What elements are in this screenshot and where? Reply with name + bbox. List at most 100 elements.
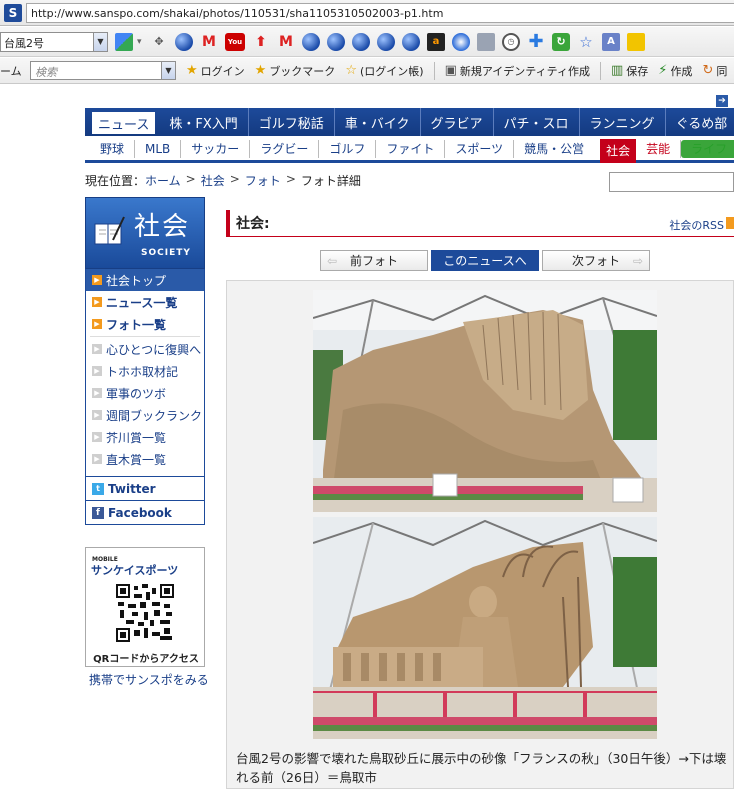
nav-sub-item-sports[interactable]: スポーツ — [445, 139, 515, 158]
compass-icon[interactable] — [452, 32, 470, 51]
calculator-icon[interactable] — [477, 32, 495, 51]
gmail-icon-2[interactable]: M — [277, 33, 295, 51]
toolbar-search-input[interactable]: 台風2号 ▼ — [0, 31, 108, 52]
save-label: 保存 — [626, 64, 649, 78]
sidebar-item-akutagawa[interactable]: ▶ 芥川賞一覧 — [86, 426, 204, 448]
sidebar-item-label: 社会トップ — [106, 273, 167, 288]
qr-access-label: QRコードからアクセス — [93, 654, 199, 665]
globe-icon-2[interactable] — [302, 32, 320, 51]
login-button[interactable]: ★ ログイン — [186, 63, 245, 79]
to-news-button[interactable]: このニュースへ — [431, 250, 539, 271]
main-navigation: ニュース 株・FX入門 ゴルフ秘話 車・バイク グラビア パチ・スロ ランニング… — [85, 108, 734, 136]
dropdown-arrow-icon[interactable]: ▾ — [137, 33, 143, 51]
toolbar-cut-label[interactable]: ーム — [0, 63, 30, 79]
breadcrumb-home[interactable]: ホーム — [145, 172, 181, 189]
sidebar-menu: ▶ 社会トップ ▶ ニュース一覧 ▶ フォト一覧 ▶ 心ひとつに復興へ ▶ トホ… — [85, 269, 205, 525]
chevron-down-icon[interactable]: ▼ — [161, 62, 175, 79]
url-input[interactable]: http://www.sanspo.com/shakai/photos/1105… — [26, 2, 734, 23]
arrow-right-icon: ▶ — [92, 344, 102, 354]
prev-photo-button[interactable]: ⇦ 前フォト — [320, 250, 428, 271]
facebook-link[interactable]: f Facebook — [86, 500, 204, 524]
photo-navigation: ⇦ 前フォト このニュースへ 次フォト ⇨ — [320, 250, 653, 271]
address-bar: S http://www.sanspo.com/shakai/photos/11… — [0, 0, 734, 26]
rss-link[interactable]: 社会のRSS — [669, 217, 724, 233]
refresh-icon[interactable]: ↻ — [552, 32, 570, 51]
amazon-icon[interactable]: a — [427, 32, 445, 51]
nav-sub-item-baseball[interactable]: 野球 — [90, 139, 136, 158]
pencil-icon[interactable] — [627, 32, 645, 51]
sidebar-item-recovery[interactable]: ▶ 心ひとつに復興へ — [86, 338, 204, 360]
toolbar-search-field[interactable]: 検索 ▼ — [30, 61, 176, 80]
lightning-icon: ⚡ — [658, 63, 668, 78]
sidebar-item-news-list[interactable]: ▶ ニュース一覧 — [86, 291, 204, 313]
plus-icon[interactable]: ✚ — [527, 31, 545, 52]
globe-icon[interactable] — [175, 32, 193, 51]
photo-caption: 台風2号の影響で壊れた鳥取砂丘に展示中の砂像「フランスの秋」（30日午後）→下は… — [236, 751, 727, 785]
section-header: 社会: — [226, 210, 734, 237]
nav-sub-item-keiba[interactable]: 競馬・公営 — [514, 140, 594, 158]
sync-icon: ↻ — [702, 63, 714, 78]
sidebar-item-naoki[interactable]: ▶ 直木賞一覧 — [86, 448, 204, 470]
nav-main-item-car[interactable]: 車・バイク — [335, 108, 421, 136]
arrow-right-icon: ▶ — [92, 432, 102, 442]
breadcrumb-photo[interactable]: フォト — [245, 172, 281, 189]
nav-main-item-fx[interactable]: 株・FX入門 — [159, 108, 249, 136]
translate-icon[interactable]: A — [602, 32, 620, 51]
globe-icon-6[interactable] — [402, 32, 420, 51]
globe-icon-3[interactable] — [327, 32, 345, 51]
save-button[interactable]: ▥ 保存 — [611, 63, 648, 79]
mobile-site-link[interactable]: 携帯でサンスポをみる — [89, 671, 209, 688]
nav-main-item-gourmet[interactable]: ぐるめ部 — [666, 108, 734, 136]
sidebar-item-military[interactable]: ▶ 軍事のツボ — [86, 382, 204, 404]
nav-main-item-news[interactable]: ニュース — [92, 112, 156, 134]
nav-main-item-gravure[interactable]: グラビア — [421, 108, 494, 136]
nav-main-item-pachi[interactable]: パチ・スロ — [494, 108, 580, 136]
sidebar-item-tohoho[interactable]: ▶ トホホ取材記 — [86, 360, 204, 382]
star-icon: ★ — [186, 63, 198, 78]
to-news-label: このニュースへ — [443, 254, 527, 268]
highlight-icon[interactable]: ✥ — [150, 33, 168, 51]
sidebar-item-label: 直木賞一覧 — [106, 452, 167, 467]
star-icon[interactable]: ☆ — [577, 33, 595, 51]
qr-code-box[interactable]: MOBILE サンケイスポーツ QRコードからアクセス — [85, 547, 205, 667]
sidebar-subtitle: SOCIETY — [141, 248, 191, 258]
nav-sub-item-soccer[interactable]: サッカー — [181, 139, 251, 158]
breadcrumb-society[interactable]: 社会 — [201, 172, 225, 189]
youtube-icon[interactable]: You — [225, 32, 245, 51]
nav-sub-item-fight[interactable]: ファイト — [376, 139, 446, 158]
sync-button[interactable]: ↻ 同 — [702, 63, 727, 79]
nav-sub-item-mlb[interactable]: MLB — [135, 139, 182, 158]
site-search-input[interactable] — [609, 172, 734, 192]
sand-sculpture-damaged-photo[interactable] — [313, 290, 657, 512]
sidebar-item-photo-list[interactable]: ▶ フォト一覧 — [86, 313, 204, 335]
nav-main-item-running[interactable]: ランニング — [580, 108, 666, 136]
nav-sub-item-golf[interactable]: ゴルフ — [319, 139, 377, 158]
twitter-link[interactable]: t Twitter — [86, 476, 204, 500]
nav-sub-item-life[interactable]: ライフ — [681, 139, 734, 158]
google-search-icon[interactable] — [115, 32, 133, 51]
new-identity-button[interactable]: ▣ 新規アイデンティティ作成 — [445, 63, 590, 79]
login-notebook-button[interactable]: ☆ (ログイン帳) — [345, 63, 423, 79]
new-identity-label: 新規アイデンティティ作成 — [459, 64, 590, 78]
id-card-icon: ▣ — [444, 63, 457, 78]
bookmark-button[interactable]: ★ ブックマーク — [255, 63, 336, 79]
nav-sub-item-entertainment[interactable]: 芸能 — [636, 139, 682, 158]
globe-icon-4[interactable] — [352, 32, 370, 51]
gmail-icon[interactable]: M — [200, 33, 218, 51]
chevron-down-icon[interactable]: ▼ — [93, 32, 107, 51]
nav-sub-item-society[interactable]: 社会 — [600, 138, 637, 163]
rss-icon[interactable] — [726, 217, 734, 229]
sand-sculpture-before-photo[interactable] — [313, 517, 657, 739]
next-photo-button[interactable]: 次フォト ⇨ — [542, 250, 650, 271]
nav-sub-item-rugby[interactable]: ラグビー — [250, 139, 320, 158]
breadcrumb-separator: > — [285, 172, 296, 186]
clock-icon[interactable]: ◷ — [502, 32, 520, 51]
sidebar-item-society-top[interactable]: ▶ 社会トップ — [86, 269, 204, 291]
bookmark-toolbar: ーム 検索 ▼ ★ ログイン ★ ブックマーク ☆ (ログイン帳) ▣ 新規アイ… — [0, 58, 734, 84]
arrow-right-icon[interactable]: ➔ — [716, 95, 728, 107]
sidebar-item-book-rank[interactable]: ▶ 週間ブックランク — [86, 404, 204, 426]
globe-icon-5[interactable] — [377, 32, 395, 51]
create-button[interactable]: ⚡ 作成 — [658, 63, 692, 79]
nav-main-item-golf[interactable]: ゴルフ秘話 — [249, 108, 335, 136]
up-arrow-icon[interactable]: ⬆ — [252, 33, 270, 51]
